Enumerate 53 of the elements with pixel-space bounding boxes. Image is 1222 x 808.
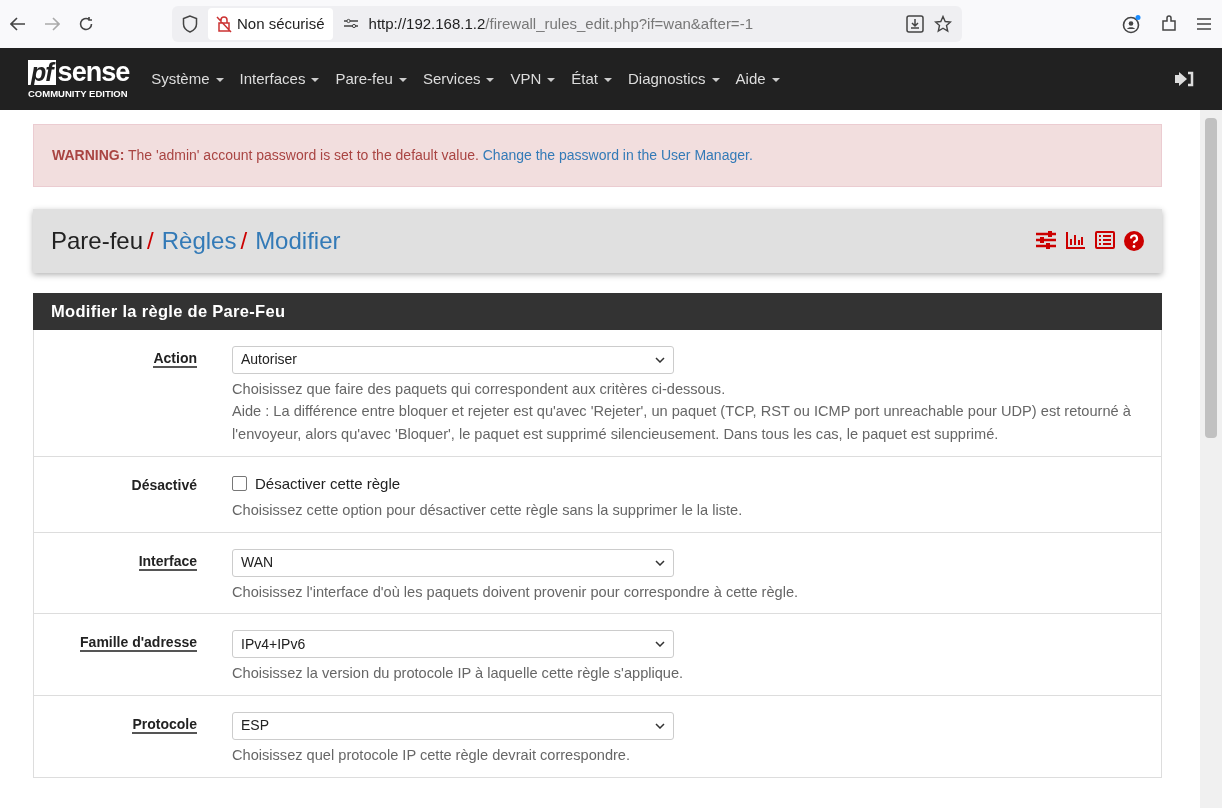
nav-menu[interactable]: Système <box>143 67 232 91</box>
checkbox-option[interactable]: Désactiver cette règle <box>232 472 1141 496</box>
menu-icon[interactable] <box>1196 17 1212 31</box>
extensions-icon[interactable] <box>1160 15 1178 33</box>
address-bar[interactable]: Non sécurisé http://192.168.1.2/firewall_rules_edit.php?if=wan&after=-1 <box>172 6 962 42</box>
chevron-icon <box>655 356 665 363</box>
shield-icon[interactable] <box>182 15 198 33</box>
bar-chart-icon[interactable] <box>1066 231 1086 249</box>
help-text: Aide : La différence entre bloquer et rejeter est qu'avec 'Rejeter', un paquet (TCP, RST ou ICMP port unreachable pour UDP) est retourné à l'envoyeur, alors qu'avec 'Bloquer', le paquet est supprimé silencieusement. Dans tous les cas, le paquet est supprimé. <box>232 402 1132 444</box>
help-text: Choisissez la version du protocole IP à laquelle cette règle s'applique. <box>232 664 685 684</box>
nav-menu[interactable]: Services <box>414 67 503 91</box>
help-text: Choisissez que faire des paquets qui correspondent aux critères ci-dessous. <box>232 379 727 399</box>
url-text[interactable]: http://192.168.1.2/firewall_rules_edit.php?if=wan&after=-1 <box>368 12 753 36</box>
field-label: Action <box>153 349 197 368</box>
back-icon[interactable] <box>10 17 26 31</box>
help-text: Choisissez cette option pour désactiver cette règle sans la supprimer le la liste. <box>232 501 744 521</box>
star-icon[interactable] <box>934 15 952 33</box>
chevron-icon <box>655 722 665 729</box>
account-icon[interactable] <box>1122 14 1142 34</box>
panel-heading: Modifier la règle de Pare-Feu <box>33 293 1162 330</box>
password-link[interactable]: Change the password in the User Manager. <box>482 147 753 163</box>
select-field[interactable]: Autoriser <box>232 345 674 374</box>
select-field[interactable]: IPv4+IPv6 <box>232 630 674 659</box>
nav-menu[interactable]: Interfaces <box>231 67 328 91</box>
breadcrumb-separator: / <box>147 226 154 256</box>
breadcrumb-text: Pare-feu <box>51 226 144 256</box>
reload-icon[interactable] <box>78 16 94 32</box>
nav-menu[interactable]: VPN <box>502 67 564 91</box>
nav-menu[interactable]: Aide <box>727 67 788 91</box>
help-text: Choisissez quel protocole IP cette règle devrait correspondre. <box>232 745 632 765</box>
chevron-icon <box>655 559 665 566</box>
select-field[interactable]: WAN <box>232 548 674 577</box>
logout-icon[interactable] <box>1174 71 1194 87</box>
nav-menu[interactable]: État <box>563 67 620 91</box>
scrollbar[interactable] <box>1200 110 1222 808</box>
select-field[interactable]: ESP <box>232 711 674 740</box>
warning-text: WARNING: The 'admin' account password is set to the default value. Change the password in the User Manager. <box>52 147 753 163</box>
download-icon[interactable] <box>906 15 924 33</box>
list-icon[interactable] <box>1095 231 1115 249</box>
breadcrumb-separator: / <box>240 226 248 256</box>
nav-menu[interactable]: Pare-feu <box>327 67 415 91</box>
nav-menu[interactable]: Diagnostics <box>620 67 728 91</box>
field-label: Désactivé <box>131 476 197 493</box>
field-label: Interface <box>138 552 197 571</box>
help-text: Choisissez l'interface d'où les paquets doivent provenir pour correspondre à cette règle. <box>232 582 800 602</box>
help-icon[interactable] <box>1124 231 1144 251</box>
security-indicator[interactable]: Non sécurisé <box>208 7 333 41</box>
field-label: Famille d'adresse <box>80 634 197 653</box>
insecure-lock-icon <box>216 15 232 33</box>
sliders-icon[interactable] <box>1035 231 1057 249</box>
permissions-icon[interactable] <box>342 18 359 30</box>
field-label: Protocole <box>132 715 197 734</box>
chevron-icon <box>655 641 665 648</box>
